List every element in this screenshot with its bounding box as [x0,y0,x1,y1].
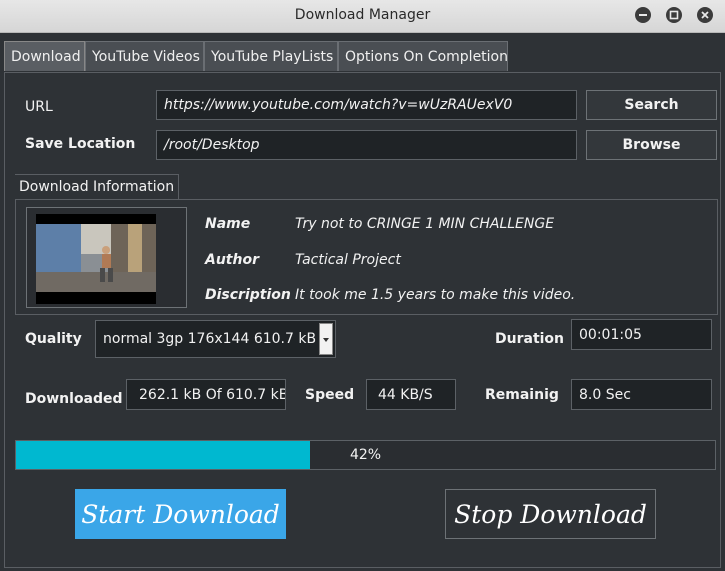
downloaded-label: Downloaded [25,391,123,407]
tab-youtube-playlists[interactable]: YouTube PlayLists [204,41,338,71]
start-download-button[interactable]: Start Download [75,489,286,539]
url-input[interactable]: https://www.youtube.com/watch?v=wUzRAUex… [156,90,577,120]
url-label: URL [25,99,53,115]
quality-selected-value: normal 3gp 176x144 610.7 kB [103,331,317,347]
tab-youtube-videos[interactable]: YouTube Videos [85,41,204,71]
speed-field: 44 KB/S [366,379,456,410]
description-label: Discription [205,287,291,303]
download-panel: URL https://www.youtube.com/watch?v=wUzR… [4,72,721,568]
video-thumbnail-frame [26,207,187,308]
duration-field: 00:01:05 [571,319,712,350]
close-icon [701,11,709,19]
video-thumbnail [36,214,156,304]
maximize-icon [669,10,679,20]
title-bar: Download Manager [0,0,725,33]
description-value: It took me 1.5 years to make this video. [295,287,576,303]
chevron-down-icon[interactable] [319,323,333,355]
close-button[interactable] [697,7,713,23]
author-value: Tactical Project [295,252,401,268]
name-value: Try not to CRINGE 1 MIN CHALLENGE [295,216,555,232]
tab-download[interactable]: Download [4,41,85,71]
tab-options-on-completion[interactable]: Options On Completion [338,41,508,71]
remaining-field: 8.0 Sec [571,379,712,410]
window-title: Download Manager [294,7,431,23]
name-label: Name [205,216,251,232]
download-progress-bar: 42% [15,440,716,470]
remaining-label: Remainig [485,387,559,403]
download-information-title: Download Information [15,174,180,199]
save-location-input[interactable]: /root/Desktop [156,130,577,160]
progress-text: 42% [349,447,382,463]
save-location-label: Save Location [25,136,136,152]
search-button[interactable]: Search [586,90,717,120]
speed-label: Speed [305,387,355,403]
duration-label: Duration [495,331,565,347]
maximize-button[interactable] [666,7,682,23]
minimize-icon [639,14,647,16]
stop-download-button[interactable]: Stop Download [445,489,656,539]
quality-select[interactable]: normal 3gp 176x144 610.7 kB [95,320,336,358]
downloaded-field: 262.1 kB Of 610.7 kB [126,379,286,410]
minimize-button[interactable] [635,7,651,23]
author-label: Author [205,252,259,268]
browse-button[interactable]: Browse [586,130,717,160]
quality-label: Quality [25,331,82,347]
